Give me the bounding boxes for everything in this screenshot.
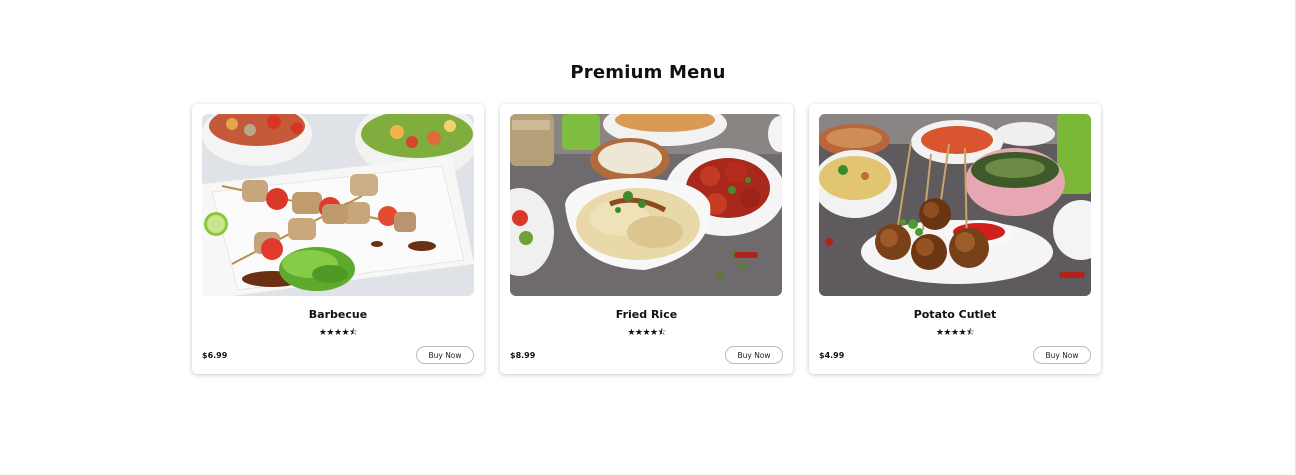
item-price: $4.99 — [819, 350, 845, 360]
menu-card: Barbecue ★★★★⯪ $6.99 Buy Now — [192, 104, 484, 374]
item-name: Potato Cutlet — [913, 308, 997, 321]
buy-now-button[interactable]: Buy Now — [416, 346, 474, 364]
item-name: Barbecue — [308, 308, 368, 321]
item-price: $6.99 — [202, 350, 228, 360]
fried-rice-photo — [510, 114, 782, 296]
star-rating-icon: ★★★★⯪ — [627, 328, 666, 338]
menu-card: Potato Cutlet ★★★★⯪ $4.99 Buy Now — [809, 104, 1101, 374]
menu-card: Fried Rice ★★★★⯪ $8.99 Buy Now — [500, 104, 793, 374]
potato-cutlet-photo — [819, 114, 1091, 296]
card-footer: $4.99 Buy Now — [819, 346, 1091, 364]
item-name: Fried Rice — [615, 308, 678, 321]
card-footer: $8.99 Buy Now — [510, 346, 783, 364]
section-title: Premium Menu — [570, 62, 726, 83]
barbecue-photo — [202, 114, 474, 296]
star-rating-icon: ★★★★⯪ — [935, 328, 975, 338]
item-price: $8.99 — [510, 350, 536, 360]
star-rating-icon: ★★★★⯪ — [318, 328, 358, 338]
buy-now-button[interactable]: Buy Now — [725, 346, 783, 364]
card-footer: $6.99 Buy Now — [202, 346, 474, 364]
menu-cards: Barbecue ★★★★⯪ $6.99 Buy Now Fried Rice … — [192, 104, 1101, 374]
buy-now-button[interactable]: Buy Now — [1033, 346, 1091, 364]
